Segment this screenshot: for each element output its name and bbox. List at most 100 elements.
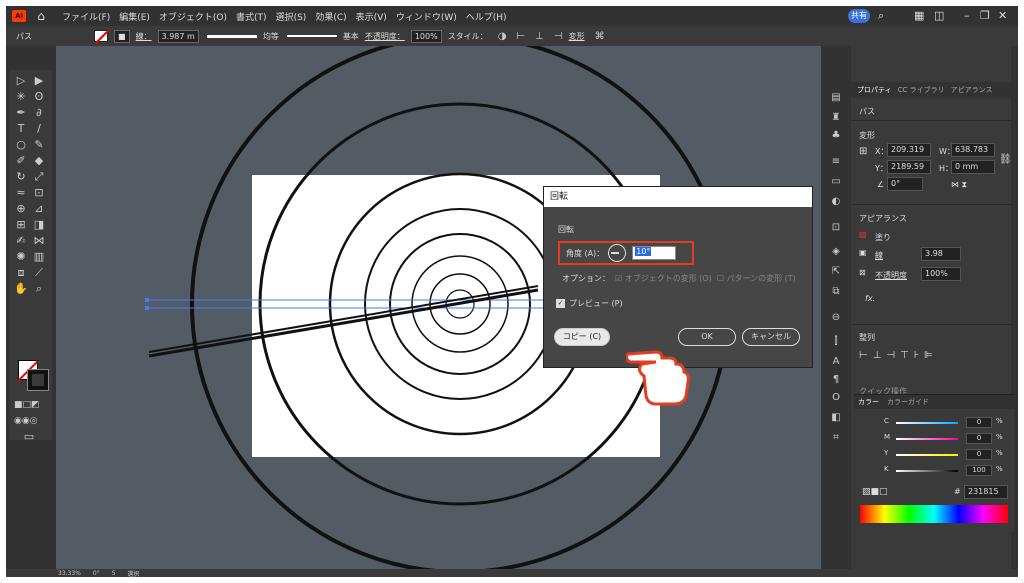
stroke-label[interactable]: 線 bbox=[875, 250, 883, 261]
color-mode-icons[interactable]: ■□◩ bbox=[14, 398, 40, 412]
canvas-area[interactable]: 回転 回転 角度 (A)： 10° オプション： ☑ オブジェクトの変形 (O)… bbox=[56, 46, 821, 569]
h-field[interactable]: 0 mm bbox=[951, 160, 995, 174]
x-field[interactable]: 209.319 bbox=[887, 143, 931, 157]
ellipse-tool-icon[interactable]: ○ bbox=[14, 138, 28, 152]
slice-tool-icon[interactable]: ⟋ bbox=[32, 266, 46, 280]
menu-edit[interactable]: 編集(E) bbox=[119, 10, 150, 23]
align-buttons[interactable]: ⊢⊥⊣⊤⊦⊫ bbox=[859, 350, 938, 361]
rotate-field[interactable]: 0° bbox=[887, 177, 923, 191]
symbol-sprayer-tool-icon[interactable]: ✺ bbox=[14, 250, 28, 264]
opacity-label[interactable]: 不透明度： bbox=[365, 31, 405, 42]
hand-tool-icon[interactable]: ✋ bbox=[14, 282, 28, 296]
align-panel-icon[interactable]: ⫿ bbox=[830, 336, 842, 348]
blend-tool-icon[interactable]: ⋈ bbox=[32, 234, 46, 248]
preview-checkbox[interactable]: ✓ bbox=[556, 299, 565, 308]
tab-appearance[interactable]: アピアランス bbox=[951, 85, 993, 95]
align-right-icon[interactable]: ⊣ bbox=[554, 31, 563, 42]
swatches-icon[interactable]: ◧ bbox=[830, 412, 842, 424]
zoom-tool-icon[interactable]: ⌕ bbox=[32, 282, 46, 296]
home-icon[interactable]: ⌂ bbox=[34, 9, 48, 23]
arrange-docs-icon[interactable]: ▦ bbox=[914, 9, 924, 22]
character-icon[interactable]: A bbox=[830, 356, 842, 368]
y-field[interactable]: 2189.59 bbox=[887, 160, 931, 174]
tab-cc-libraries[interactable]: CC ライブラリ bbox=[898, 85, 945, 95]
menu-select[interactable]: 選択(S) bbox=[276, 10, 307, 23]
yellow-slider[interactable]: Y 0 % bbox=[884, 449, 1009, 461]
workspace-icon[interactable]: ◫ bbox=[934, 9, 944, 22]
reference-point-icon[interactable]: ⊞ bbox=[859, 146, 867, 157]
angle-dial-icon[interactable] bbox=[608, 244, 627, 262]
mesh-tool-icon[interactable]: ⊞ bbox=[14, 218, 28, 232]
stroke-panel-icon[interactable]: ≡ bbox=[830, 156, 842, 168]
graph-tool-icon[interactable]: ▥ bbox=[32, 250, 46, 264]
export-icon[interactable]: ⇱ bbox=[830, 266, 842, 278]
search-icon[interactable]: ⌕ bbox=[878, 9, 884, 23]
pathfinder-icon[interactable]: ⊖ bbox=[830, 312, 842, 324]
rotate-tool-icon[interactable]: ↻ bbox=[14, 170, 28, 184]
w-field[interactable]: 638.783 bbox=[951, 143, 995, 157]
tab-color[interactable]: カラー bbox=[858, 397, 879, 407]
share-button[interactable]: 共有 bbox=[848, 9, 870, 23]
stroke-color-box[interactable]: ■ bbox=[114, 29, 130, 43]
stroke-profile-label[interactable]: 均等 bbox=[263, 31, 279, 42]
menu-file[interactable]: ファイル(F) bbox=[62, 10, 110, 23]
symbols-icon[interactable]: ⌗ bbox=[830, 432, 842, 444]
eyedropper-tool-icon[interactable]: ✍ bbox=[14, 234, 28, 248]
stroke-label[interactable]: 線： bbox=[136, 31, 152, 42]
menu-object[interactable]: オブジェクト(O) bbox=[159, 10, 227, 23]
isolate-icon[interactable]: ⌘ bbox=[595, 31, 605, 42]
fx-button[interactable]: fx. bbox=[865, 294, 875, 303]
tab-properties[interactable]: プロパティ bbox=[857, 85, 892, 95]
gradient-panel-icon[interactable]: ▭ bbox=[830, 176, 842, 188]
brush-label[interactable]: 基本 bbox=[343, 31, 359, 42]
layers-icon[interactable]: ♣ bbox=[830, 130, 842, 142]
scale-tool-icon[interactable]: ⤢ bbox=[32, 170, 46, 184]
curvature-tool-icon[interactable]: ∂ bbox=[32, 106, 46, 120]
black-field[interactable]: 100 bbox=[966, 465, 992, 476]
opacity-label[interactable]: 不透明度 bbox=[875, 270, 907, 281]
tab-color-guide[interactable]: カラーガイド bbox=[887, 397, 929, 407]
hex-field[interactable]: 231815 bbox=[964, 485, 1008, 499]
width-tool-icon[interactable]: ≈ bbox=[14, 186, 28, 200]
recolor-icon[interactable]: ◑ bbox=[498, 31, 507, 42]
none-white-black-swatches[interactable]: ▨■□ bbox=[862, 487, 888, 497]
ok-button[interactable]: OK bbox=[678, 328, 736, 346]
menu-help[interactable]: ヘルプ(H) bbox=[466, 10, 507, 23]
draw-mode-icons[interactable]: ◉◉◎ bbox=[14, 414, 38, 428]
perspective-tool-icon[interactable]: ⊿ bbox=[32, 202, 46, 216]
screen-mode-icon[interactable]: ▭ bbox=[22, 430, 36, 444]
lasso-tool-icon[interactable]: ʘ bbox=[32, 90, 46, 104]
view-rotation[interactable]: 0° bbox=[93, 570, 100, 577]
cyan-field[interactable]: 0 bbox=[966, 417, 992, 428]
align-center-icon[interactable]: ⊥ bbox=[535, 31, 544, 42]
line-tool-icon[interactable]: / bbox=[32, 122, 46, 136]
transparency-icon[interactable]: ◐ bbox=[830, 196, 842, 208]
free-transform-tool-icon[interactable]: ⊡ bbox=[32, 186, 46, 200]
stroke-profile-preview[interactable] bbox=[206, 31, 257, 41]
menu-window[interactable]: ウィンドウ(W) bbox=[396, 10, 457, 23]
transform-patterns-checkbox[interactable]: ☐ パターンの変形 (T) bbox=[717, 273, 796, 284]
yellow-field[interactable]: 0 bbox=[966, 449, 992, 460]
artboards-icon[interactable]: ⊡ bbox=[830, 222, 842, 234]
close-icon[interactable]: ✕ bbox=[998, 9, 1007, 22]
minimize-icon[interactable]: – bbox=[964, 9, 970, 22]
shaper-tool-icon[interactable]: ✐ bbox=[14, 154, 28, 168]
flip-icons[interactable]: ⋈ ⧗ bbox=[951, 180, 967, 190]
artboard-number[interactable]: 5 bbox=[112, 570, 116, 577]
menu-type[interactable]: 書式(T) bbox=[236, 10, 267, 23]
menu-view[interactable]: 表示(V) bbox=[356, 10, 387, 23]
fill-swatch[interactable] bbox=[94, 30, 108, 42]
selection-tool-icon[interactable]: ▷ bbox=[14, 74, 28, 88]
black-slider[interactable]: K 100 % bbox=[884, 465, 1009, 477]
libraries-icon[interactable]: ♜ bbox=[830, 112, 842, 124]
pen-tool-icon[interactable]: ✒ bbox=[14, 106, 28, 120]
restore-icon[interactable]: ❐ bbox=[980, 9, 990, 22]
zoom-level[interactable]: 33.33% bbox=[58, 570, 81, 577]
copy-button[interactable]: コピー (C) bbox=[554, 328, 610, 346]
angle-input[interactable]: 10° bbox=[632, 246, 677, 260]
constrain-proportions-icon[interactable]: ⛓ bbox=[999, 154, 1012, 165]
cyan-slider[interactable]: C 0 % bbox=[884, 417, 1009, 429]
stroke-weight-field[interactable]: 3.98 bbox=[921, 247, 961, 261]
type-tool-icon[interactable]: T bbox=[14, 122, 28, 136]
align-left-icon[interactable]: ⊢ bbox=[516, 31, 525, 42]
